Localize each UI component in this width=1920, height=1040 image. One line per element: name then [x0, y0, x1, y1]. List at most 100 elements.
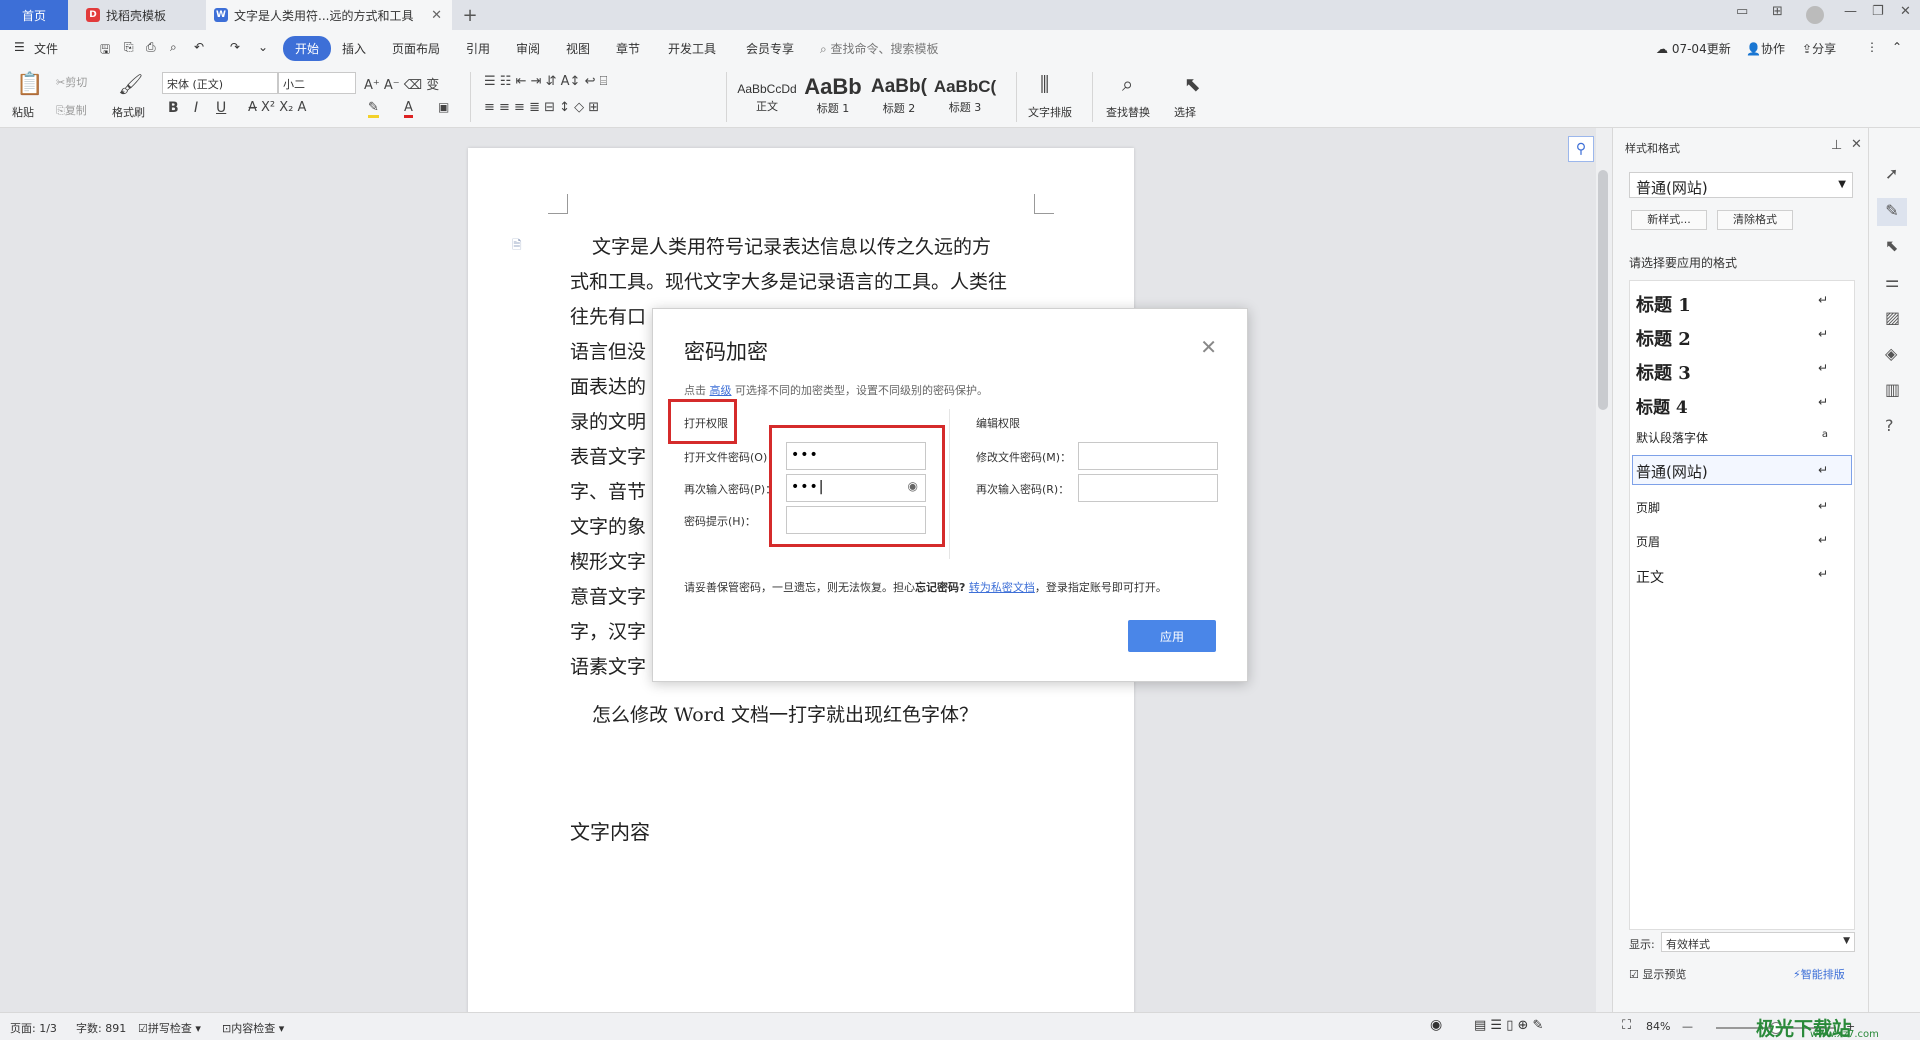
- style-normal[interactable]: AaBbCcDd 正文: [734, 72, 800, 124]
- styles-panel-title[interactable]: 样式和格式: [1625, 140, 1680, 156]
- style-pen-icon[interactable]: ✎: [1877, 198, 1907, 226]
- paste-icon[interactable]: 📋: [16, 72, 43, 97]
- text-layout-icon[interactable]: ⫼: [1040, 72, 1049, 96]
- collaborate-button[interactable]: 👤协作: [1746, 40, 1785, 57]
- menu-file[interactable]: 文件: [34, 40, 58, 57]
- advanced-link[interactable]: 高级: [710, 384, 732, 397]
- compass-icon[interactable]: ◈: [1885, 344, 1897, 363]
- menu-view[interactable]: 视图: [566, 40, 590, 57]
- close-window-icon[interactable]: ✕: [1900, 4, 1911, 19]
- location-pin-icon[interactable]: ⚲: [1568, 136, 1594, 162]
- menu-references[interactable]: 引用: [466, 40, 490, 57]
- export-pdf-icon[interactable]: ⎘: [124, 40, 134, 55]
- layout-icon[interactable]: ▭: [1736, 4, 1748, 19]
- hamburger-icon[interactable]: ☰: [14, 40, 25, 54]
- rocket-icon[interactable]: ➚: [1885, 164, 1898, 183]
- strikethrough-icon[interactable]: A̶ X² X₂ A: [248, 100, 306, 115]
- find-replace-icon[interactable]: ⌕: [1122, 72, 1133, 96]
- format-painter-icon[interactable]: 🖌: [118, 72, 143, 96]
- bullet-list-icon[interactable]: ☰ ☷ ⇤ ⇥ ⇵ A↕ ↩ ⌸: [484, 74, 607, 89]
- smart-layout-button[interactable]: ⚡智能排版: [1793, 966, 1845, 982]
- menu-chapter[interactable]: 章节: [616, 40, 640, 57]
- page-indicator[interactable]: 页面: 1/3: [10, 1020, 57, 1036]
- style-item-heading3[interactable]: 标题 3: [1636, 359, 1691, 385]
- tab-template[interactable]: D 找稻壳模板: [74, 0, 202, 30]
- menu-start[interactable]: 开始: [283, 36, 332, 61]
- style-item-header[interactable]: 页眉: [1636, 533, 1660, 550]
- style-item-footer[interactable]: 页脚: [1636, 499, 1660, 516]
- char-border-icon[interactable]: ▣: [438, 100, 449, 114]
- zoom-out-icon[interactable]: —: [1682, 1020, 1693, 1033]
- paste-button[interactable]: 粘贴: [12, 104, 34, 120]
- undo-icon[interactable]: ↶: [194, 40, 204, 54]
- collapse-ribbon-icon[interactable]: ⌃: [1892, 40, 1902, 54]
- style-heading3[interactable]: AaBbC(标题 3: [932, 72, 998, 124]
- style-item-heading2[interactable]: 标题 2: [1636, 325, 1691, 351]
- edit-password-input[interactable]: [1078, 442, 1218, 470]
- show-preview-checkbox[interactable]: ☑ 显示预览: [1629, 966, 1686, 982]
- new-tab-button[interactable]: +: [458, 0, 482, 30]
- book-icon[interactable]: ▥: [1885, 380, 1900, 399]
- private-doc-link[interactable]: 转为私密文档: [969, 581, 1035, 594]
- menu-developer[interactable]: 开发工具: [668, 40, 716, 57]
- restore-icon[interactable]: ❐: [1872, 4, 1884, 19]
- update-status[interactable]: ☁ 07-04更新: [1656, 40, 1731, 57]
- menu-review[interactable]: 审阅: [516, 40, 540, 57]
- highlight-icon[interactable]: ✎: [368, 100, 379, 118]
- find-replace-button[interactable]: 查找替换: [1106, 104, 1150, 120]
- tab-home[interactable]: 首页: [0, 0, 68, 30]
- pin-icon[interactable]: ⊥: [1831, 138, 1842, 153]
- paragraph-marker-icon[interactable]: 🗎: [512, 236, 522, 257]
- spell-check-button[interactable]: ☑拼写检查 ▾: [138, 1020, 201, 1036]
- font-family-select[interactable]: 宋体 (正文): [162, 72, 278, 94]
- style-item-heading1[interactable]: 标题 1: [1636, 291, 1691, 317]
- style-heading1[interactable]: AaBb 标题 1: [800, 72, 866, 124]
- underline-button[interactable]: U: [216, 100, 226, 116]
- new-style-button[interactable]: 新样式...: [1631, 210, 1707, 230]
- image-icon[interactable]: ▨: [1885, 308, 1900, 327]
- font-size-select[interactable]: 小二: [278, 72, 356, 94]
- zoom-level[interactable]: 84%: [1646, 1020, 1670, 1033]
- close-tab-icon[interactable]: ✕: [431, 8, 442, 23]
- select-button[interactable]: 选择: [1174, 104, 1196, 120]
- adjust-icon[interactable]: ⚌: [1885, 272, 1899, 291]
- close-panel-icon[interactable]: ✕: [1851, 137, 1862, 152]
- apps-grid-icon[interactable]: ⊞: [1772, 4, 1783, 19]
- style-item-heading4[interactable]: 标题 4: [1636, 393, 1688, 418]
- print-preview-icon[interactable]: ⌕: [170, 40, 177, 55]
- style-heading2[interactable]: AaBb(标题 2: [866, 72, 932, 124]
- page-view-icon[interactable]: ▤ ☰ ▯ ⊕ ✎: [1474, 1018, 1543, 1033]
- bold-button[interactable]: B: [168, 100, 179, 116]
- fit-page-icon[interactable]: ⛶: [1622, 1018, 1631, 1033]
- print-icon[interactable]: ⎙: [146, 40, 156, 55]
- command-search[interactable]: ⌕ 查找命令、搜索模板: [820, 40, 939, 57]
- cut-button[interactable]: ✂剪切: [56, 74, 87, 90]
- share-button[interactable]: ⇪分享: [1802, 40, 1836, 57]
- menu-vip[interactable]: 会员专享: [746, 40, 794, 57]
- style-item-normal-web[interactable]: 普通(网站): [1636, 461, 1708, 482]
- minimize-icon[interactable]: —: [1844, 4, 1857, 19]
- avatar[interactable]: [1806, 6, 1824, 24]
- select-cursor-icon[interactable]: ⬉: [1184, 72, 1201, 96]
- text-layout-button[interactable]: 文字排版: [1028, 104, 1072, 120]
- italic-button[interactable]: I: [194, 100, 198, 116]
- apply-button[interactable]: 应用: [1128, 620, 1216, 652]
- more-dropdown-icon[interactable]: ⌄: [258, 40, 268, 54]
- show-filter-select[interactable]: 有效样式 ▼: [1661, 932, 1855, 952]
- redo-icon[interactable]: ↷: [230, 40, 240, 54]
- save-icon[interactable]: 🖫: [100, 40, 110, 61]
- current-style-select[interactable]: 普通(网站) ▼: [1629, 172, 1853, 198]
- font-color-icon[interactable]: A: [404, 100, 413, 118]
- content-check-button[interactable]: ⊡内容检查 ▾: [222, 1020, 284, 1036]
- scroll-thumb[interactable]: [1598, 170, 1608, 410]
- cursor-icon[interactable]: ⬉: [1885, 236, 1898, 255]
- edit-repeat-password-input[interactable]: [1078, 474, 1218, 502]
- grow-font-icon[interactable]: A⁺ A⁻ ⌫ 变: [364, 74, 439, 93]
- more-icon[interactable]: ⋮: [1866, 40, 1878, 54]
- eye-protection-icon[interactable]: ◉: [1430, 1017, 1442, 1033]
- copy-button[interactable]: ⎘复制: [56, 102, 87, 118]
- word-count[interactable]: 字数: 891: [76, 1020, 126, 1036]
- vertical-scrollbar[interactable]: [1596, 128, 1612, 1012]
- close-icon[interactable]: ✕: [1200, 335, 1217, 359]
- menu-page-layout[interactable]: 页面布局: [392, 40, 440, 57]
